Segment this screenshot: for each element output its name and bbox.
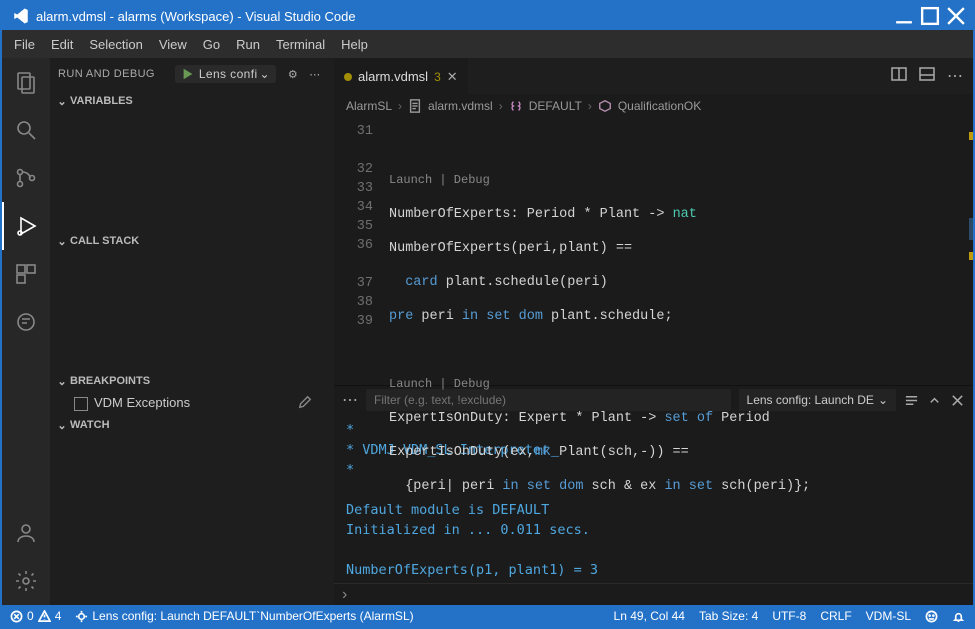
breadcrumb-module[interactable]: DEFAULT	[529, 99, 582, 113]
chevron-right-icon: ›	[342, 586, 347, 604]
activity-bar	[2, 58, 50, 605]
breadcrumb-symbol[interactable]: QualificationOK	[618, 99, 701, 113]
tab-alarm-vdmsl[interactable]: alarm.vdmsl 3 ✕	[334, 58, 468, 94]
chevron-down-icon: ⌄	[56, 95, 68, 108]
launch-config-label: Lens config: Launch DEFAULT`NumberOfExpe…	[92, 609, 413, 623]
file-icon	[408, 99, 422, 113]
chevron-down-icon: ⌄	[56, 235, 68, 248]
activity-extensions[interactable]	[2, 250, 50, 298]
minimize-button[interactable]	[893, 6, 915, 26]
start-debug-button[interactable]: Lens confi ⌄	[175, 65, 276, 83]
breakpoint-label: VDM Exceptions	[94, 395, 190, 410]
breadcrumb-root[interactable]: AlarmSL	[346, 99, 392, 113]
menu-file[interactable]: File	[6, 33, 43, 56]
menu-selection[interactable]: Selection	[81, 33, 150, 56]
variables-label: VARIABLES	[70, 95, 133, 107]
activity-settings[interactable]	[2, 557, 50, 605]
maximize-button[interactable]	[919, 6, 941, 26]
activity-search[interactable]	[2, 106, 50, 154]
chevron-down-icon: ⌄	[56, 419, 68, 432]
debug-config-label: Lens confi	[199, 67, 258, 81]
editor-area: alarm.vdmsl 3 ✕ ⋯ AlarmSL › alarm.vdmsl …	[334, 58, 973, 605]
activity-debug[interactable]	[2, 202, 50, 250]
panel-more-icon[interactable]: ⋯	[342, 390, 358, 410]
sidebar: RUN AND DEBUG Lens confi ⌄ ⚙ ⋯ ⌄VARIABLE…	[50, 58, 334, 605]
debug-console-input[interactable]: ›	[334, 583, 973, 605]
status-bell-icon[interactable]	[952, 610, 965, 623]
code-editor[interactable]: 31 32 33 34 35 36 37 38 39 Launch | Debu…	[334, 118, 973, 385]
debug-more-icon[interactable]: ⋯	[304, 63, 326, 85]
method-icon	[598, 99, 612, 113]
status-encoding[interactable]: UTF-8	[772, 609, 806, 623]
watch-label: WATCH	[70, 419, 110, 431]
section-callstack[interactable]: ⌄CALL STACK	[50, 230, 334, 252]
split-editor-icon[interactable]	[891, 66, 907, 87]
breakpoint-row[interactable]: VDM Exceptions	[50, 392, 334, 414]
toggle-panel-icon[interactable]	[919, 66, 935, 87]
module-icon	[509, 99, 523, 113]
status-problems[interactable]: 0 4	[10, 609, 61, 623]
edit-icon[interactable]	[298, 395, 312, 412]
menu-go[interactable]: Go	[195, 33, 228, 56]
code-lines[interactable]: Launch | Debug NumberOfExperts: Period *…	[389, 118, 955, 385]
section-watch[interactable]: ⌄WATCH	[50, 414, 334, 436]
menubar: File Edit Selection View Go Run Terminal…	[2, 30, 973, 58]
chevron-right-icon: ›	[398, 99, 402, 113]
status-launch-config[interactable]: Lens config: Launch DEFAULT`NumberOfExpe…	[75, 609, 413, 623]
tab-filename: alarm.vdmsl	[358, 69, 428, 84]
menu-view[interactable]: View	[151, 33, 195, 56]
debug-icon	[75, 610, 88, 623]
section-variables[interactable]: ⌄VARIABLES	[50, 90, 334, 112]
activity-explorer[interactable]	[2, 58, 50, 106]
callstack-label: CALL STACK	[70, 235, 139, 247]
status-tabsize[interactable]: Tab Size: 4	[699, 609, 758, 623]
error-icon	[10, 610, 23, 623]
breadcrumb-file[interactable]: alarm.vdmsl	[428, 99, 493, 113]
chevron-right-icon: ›	[588, 99, 592, 113]
activity-scm[interactable]	[2, 154, 50, 202]
minimap[interactable]	[955, 118, 973, 385]
debug-config-gear-icon[interactable]: ⚙	[282, 63, 304, 85]
close-icon[interactable]: ✕	[447, 69, 458, 85]
close-button[interactable]	[945, 6, 967, 26]
breakpoints-label: BREAKPOINTS	[70, 375, 150, 387]
error-count: 0	[27, 609, 34, 623]
codelens[interactable]: Launch | Debug	[389, 377, 490, 391]
tab-badge: 3	[434, 70, 441, 84]
activity-overture[interactable]	[2, 298, 50, 346]
vscode-logo-icon	[12, 7, 30, 25]
codelens[interactable]: Launch | Debug	[389, 173, 490, 187]
more-actions-icon[interactable]: ⋯	[947, 66, 963, 86]
gutter: 31 32 33 34 35 36 37 38 39	[334, 118, 389, 385]
menu-edit[interactable]: Edit	[43, 33, 81, 56]
menu-run[interactable]: Run	[228, 33, 268, 56]
titlebar: alarm.vdmsl - alarms (Workspace) - Visua…	[2, 2, 973, 30]
debug-header: RUN AND DEBUG Lens confi ⌄ ⚙ ⋯	[50, 58, 334, 90]
warning-icon	[38, 610, 51, 623]
tab-bar: alarm.vdmsl 3 ✕ ⋯	[334, 58, 973, 94]
debug-header-label: RUN AND DEBUG	[58, 68, 175, 80]
breadcrumb[interactable]: AlarmSL › alarm.vdmsl › DEFAULT › Qualif…	[334, 94, 973, 118]
menu-terminal[interactable]: Terminal	[268, 33, 333, 56]
chevron-right-icon: ›	[499, 99, 503, 113]
menu-help[interactable]: Help	[333, 33, 376, 56]
status-cursor[interactable]: Ln 49, Col 44	[614, 609, 685, 623]
window-title: alarm.vdmsl - alarms (Workspace) - Visua…	[36, 9, 891, 24]
chevron-down-icon: ⌄	[56, 375, 68, 388]
modified-dot-icon	[344, 73, 352, 81]
activity-account[interactable]	[2, 509, 50, 557]
checkbox[interactable]	[74, 397, 88, 411]
status-eol[interactable]: CRLF	[820, 609, 851, 623]
section-breakpoints[interactable]: ⌄BREAKPOINTS	[50, 370, 334, 392]
chevron-down-icon: ⌄	[260, 67, 270, 81]
status-feedback-icon[interactable]	[925, 610, 938, 623]
status-language[interactable]: VDM-SL	[866, 609, 911, 623]
warning-count: 4	[55, 609, 62, 623]
statusbar: 0 4 Lens config: Launch DEFAULT`NumberOf…	[2, 605, 973, 627]
